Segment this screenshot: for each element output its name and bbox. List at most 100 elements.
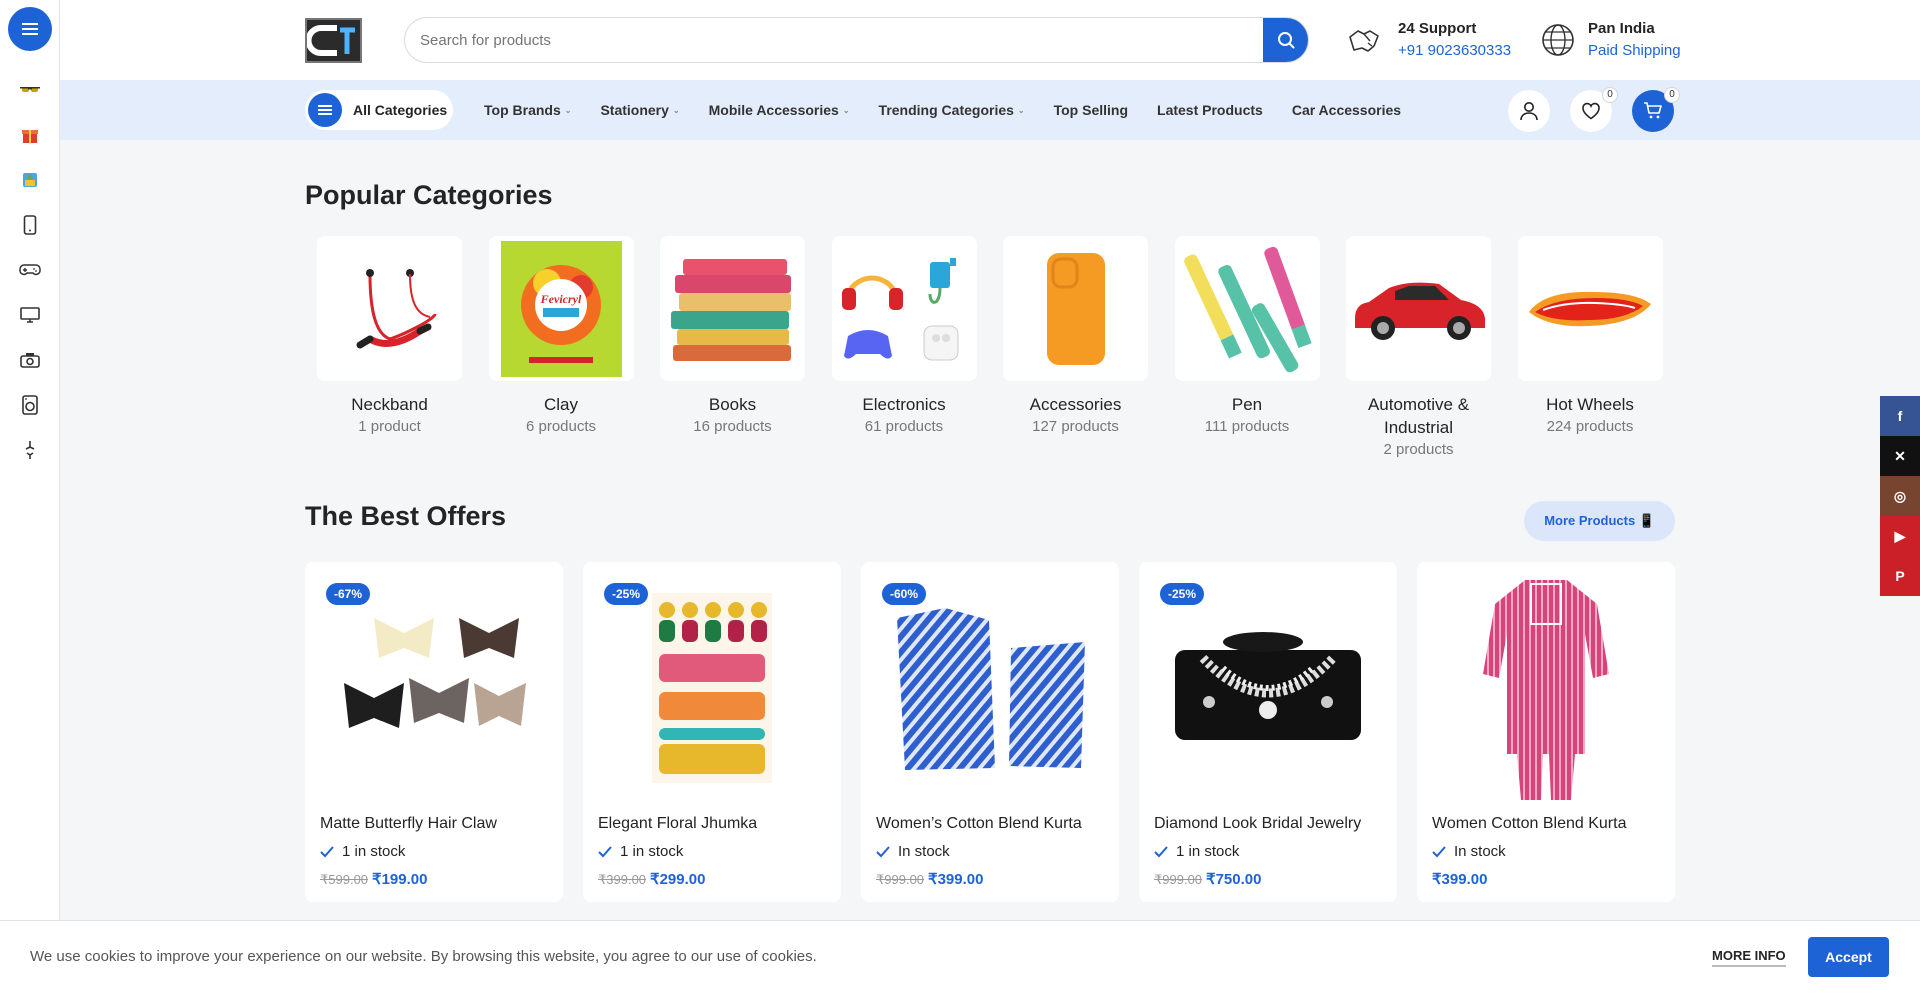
svg-text:Fevicryl: Fevicryl [539,292,581,306]
product-image[interactable] [876,574,1104,802]
old-price: ₹399.00 [598,872,647,887]
nav-link-mobile-accessories[interactable]: Mobile Accessories ⌄ [709,102,850,118]
camera-icon[interactable] [0,337,60,382]
all-categories-label: All Categories [353,102,448,118]
product-name[interactable]: Diamond Look Bridal Jewelry [1154,815,1361,833]
site-logo[interactable] [305,18,362,63]
search-icon [1278,32,1295,49]
category-image: Fevicryl [488,236,634,381]
support-phone[interactable]: +91 9023630333 [1398,40,1511,62]
all-categories-button[interactable]: All Categories [305,90,453,130]
discount-badge: -25% [604,583,649,605]
discount-badge: -25% [1160,583,1205,605]
hamburger-icon [22,28,38,30]
sidebar-category-icons [0,67,60,472]
more-info-link[interactable]: MORE INFO [1712,948,1786,967]
category-card-automotive[interactable]: Automotive & Industrial 2 products [1346,236,1491,461]
wishlist-count-badge: 0 [1602,87,1618,103]
more-products-button[interactable]: More Products 📱 [1524,501,1675,541]
stock-status: 1 in stock [1154,843,1239,860]
sunglasses-icon[interactable] [0,67,60,112]
check-icon [876,845,890,857]
nav-link-label: Stationery [600,102,669,118]
old-price: ₹999.00 [876,872,925,887]
support-info[interactable]: 24 Support +91 9023630333 [1348,16,1511,64]
product-image[interactable] [320,574,548,802]
cart-button[interactable]: 0 [1632,87,1680,132]
stock-text: 1 in stock [1176,843,1240,860]
product-price: ₹399.00 ₹299.00 [598,870,705,888]
shipping-info[interactable]: Pan India Paid Shipping [1540,16,1681,64]
cart-icon [1644,102,1662,119]
category-card-neckband[interactable]: Neckband 1 product [317,236,462,461]
nav-link-car-accessories[interactable]: Car Accessories [1292,102,1401,118]
nav-links: Top Brands ⌄ Stationery ⌄ Mobile Accessori… [484,80,1430,140]
gamepad-icon[interactable] [0,247,60,292]
nav-link-top-brands[interactable]: Top Brands ⌄ [484,102,571,118]
category-name: Pen [1231,395,1263,414]
pinterest-icon[interactable]: P [1880,556,1920,596]
x-twitter-icon[interactable]: ✕ [1880,436,1920,476]
nav-link-trending-categories[interactable]: Trending Categories ⌄ [879,102,1025,118]
youtube-icon[interactable]: ▶ [1880,516,1920,556]
category-list: Neckband 1 product Fevicryl Clay 6 produ… [317,236,1689,461]
search-input[interactable] [405,18,1235,62]
product-card[interactable]: -67% Matte Butterfly Hair Claw 1 in stoc… [305,562,563,902]
gift-box-icon[interactable] [0,112,60,157]
social-share-bar: f ✕ ◎ ▶ P [1880,396,1920,596]
product-card[interactable]: -25% Diamond Look Bridal Jewelry 1 in st… [1139,562,1397,902]
product-card[interactable]: -60% Women’s Cotton Blend Kurta In stock… [861,562,1119,902]
product-price: ₹999.00 ₹750.00 [1154,870,1261,888]
product-name[interactable]: Elegant Floral Jhumka [598,815,757,833]
category-card-clay[interactable]: Fevicryl Clay 6 products [488,236,634,461]
chevron-down-icon: ⌄ [672,105,680,115]
search-button[interactable] [1263,18,1308,62]
account-button[interactable] [1508,90,1550,132]
old-price: ₹599.00 [320,872,369,887]
product-list: -67% Matte Butterfly Hair Claw 1 in stoc… [305,562,1675,902]
facebook-icon[interactable]: f [1880,396,1920,436]
category-card-hot-wheels[interactable]: Hot Wheels 224 products [1517,236,1663,461]
washing-machine-icon[interactable] [0,382,60,427]
hanger-icon[interactable] [0,427,60,472]
left-sidebar [0,0,60,993]
category-card-books[interactable]: Books 16 products [660,236,805,461]
chevron-down-icon: ⌄ [564,105,572,115]
product-name[interactable]: Women Cotton Blend Kurta [1432,815,1626,833]
stock-status: 1 in stock [320,843,405,860]
product-card[interactable]: Women Cotton Blend Kurta In stock ₹399.0… [1417,562,1675,902]
category-card-pen[interactable]: Pen 111 products [1174,236,1320,461]
menu-button[interactable] [8,7,52,51]
category-name: Accessories [1029,395,1122,414]
user-icon [1520,102,1538,121]
monitor-icon[interactable] [0,292,60,337]
wishlist-button[interactable]: 0 [1570,87,1618,132]
product-image[interactable] [1432,574,1660,802]
nav-link-top-selling[interactable]: Top Selling [1054,102,1128,118]
category-card-accessories[interactable]: Accessories 127 products [1003,236,1148,461]
product-card[interactable]: -25% Elegant Floral Jhumka 1 in stock ₹3… [583,562,841,902]
category-card-electronics[interactable]: Electronics 61 products [831,236,977,461]
category-image [1517,236,1663,381]
shipping-sub[interactable]: Paid Shipping [1588,40,1681,62]
stock-status: In stock [876,843,950,860]
product-name[interactable]: Women’s Cotton Blend Kurta [876,815,1082,833]
accept-cookies-button[interactable]: Accept [1808,937,1889,977]
stock-status: In stock [1432,843,1506,860]
category-image [831,236,977,381]
category-name: Automotive & Industrial [1367,395,1470,437]
category-count: 61 products [864,418,944,435]
instagram-icon[interactable]: ◎ [1880,476,1920,516]
kids-toy-icon[interactable] [0,157,60,202]
product-name[interactable]: Matte Butterfly Hair Claw [320,815,497,833]
main-navbar: All Categories Top Brands ⌄ Stationery ⌄ M… [60,80,1920,140]
category-image [1003,236,1148,381]
nav-link-latest-products[interactable]: Latest Products [1157,102,1263,118]
product-image[interactable] [598,574,826,802]
category-image [660,236,805,381]
old-price: ₹999.00 [1154,872,1203,887]
product-image[interactable] [1154,574,1382,802]
nav-link-stationery[interactable]: Stationery ⌄ [600,102,679,118]
sale-price: ₹299.00 [650,871,706,888]
mobile-phone-icon[interactable] [0,202,60,247]
